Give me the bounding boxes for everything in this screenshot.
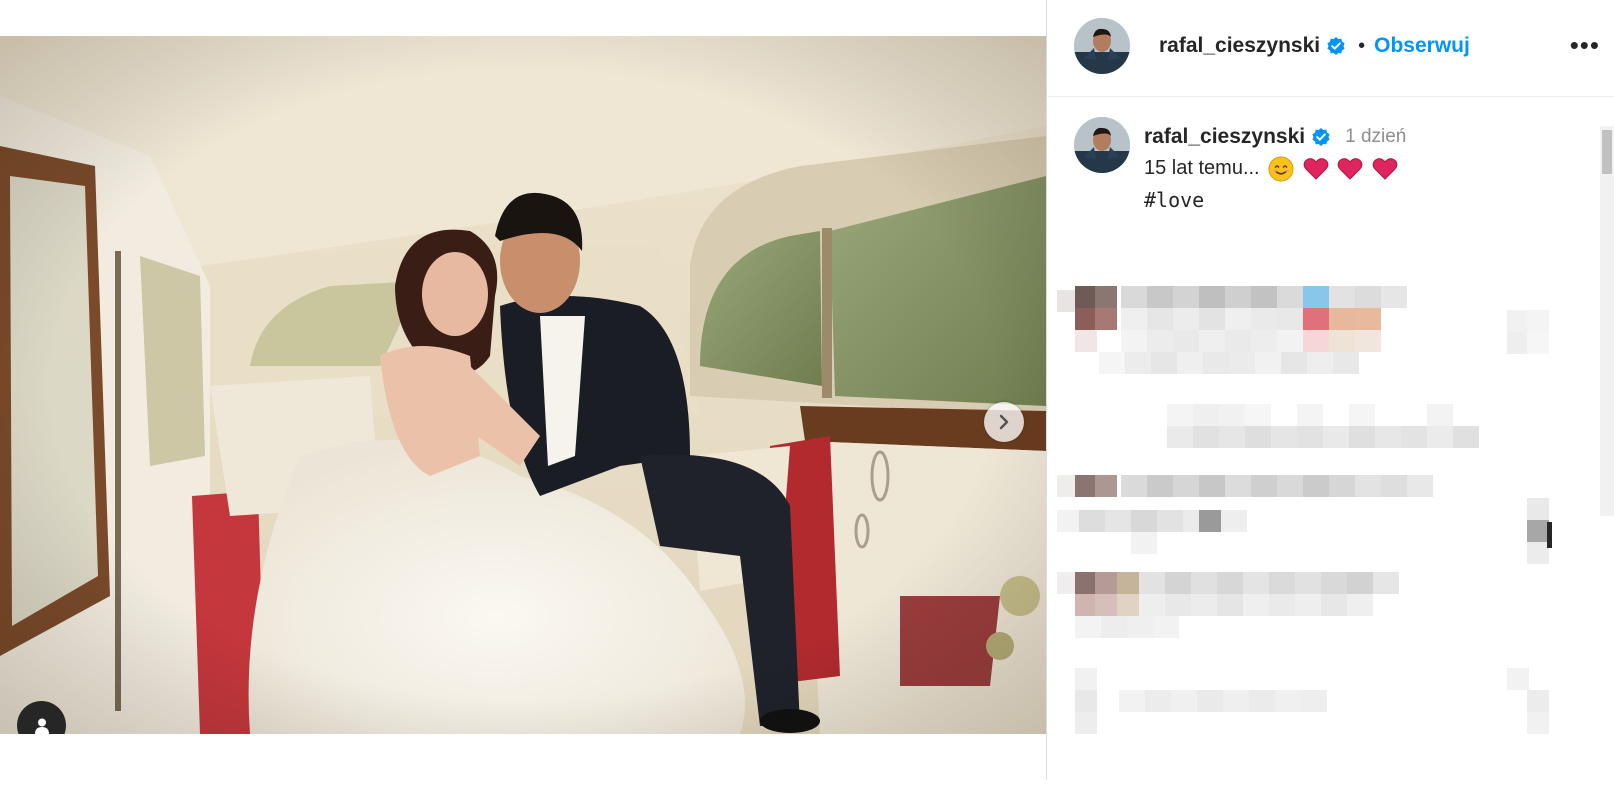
comments-scrollbar[interactable] [1600, 126, 1614, 516]
smiling-face-emoji-icon [1268, 156, 1294, 182]
list-item [1057, 572, 1399, 638]
caption-message: 15 lat temu... [1144, 157, 1260, 179]
list-item [1167, 404, 1479, 448]
pixelated-comments [1057, 286, 1552, 734]
heart-emoji-icon [1337, 157, 1363, 180]
user-tag-icon [34, 718, 49, 734]
heart-emoji-icon [1303, 157, 1329, 180]
next-photo-button[interactable] [984, 402, 1024, 442]
avatar[interactable] [1074, 18, 1130, 74]
follow-button[interactable]: Obserwuj [1374, 34, 1470, 58]
avatar-image [1074, 117, 1130, 173]
list-item [1057, 286, 1549, 374]
caption-text: 15 lat temu... #love [1144, 152, 1398, 216]
post-photo[interactable] [0, 36, 1046, 734]
wedding-car-photo [0, 36, 1046, 734]
verified-badge-icon [1312, 128, 1330, 146]
list-item [1075, 668, 1549, 734]
caption-username[interactable]: rafal_cieszynski [1144, 125, 1305, 149]
heart-emoji-icon [1372, 157, 1398, 180]
scrollbar-thumb[interactable] [1602, 130, 1612, 174]
post-time[interactable]: 1 dzień [1345, 126, 1406, 148]
more-options-icon[interactable]: ••• [1570, 30, 1600, 61]
caption-hashtag[interactable]: #love [1144, 184, 1398, 216]
avatar-image [1074, 18, 1130, 74]
post-header: rafal_cieszynski • Obserwuj ••• [1047, 0, 1614, 97]
verified-badge-icon [1327, 37, 1345, 55]
chevron-right-icon [999, 414, 1009, 430]
author-username[interactable]: rafal_cieszynski [1159, 34, 1320, 58]
caption-avatar[interactable] [1074, 117, 1130, 173]
separator-dot: • [1358, 34, 1366, 57]
comments-list-pixelated [1047, 270, 1607, 780]
list-item [1057, 475, 1552, 564]
